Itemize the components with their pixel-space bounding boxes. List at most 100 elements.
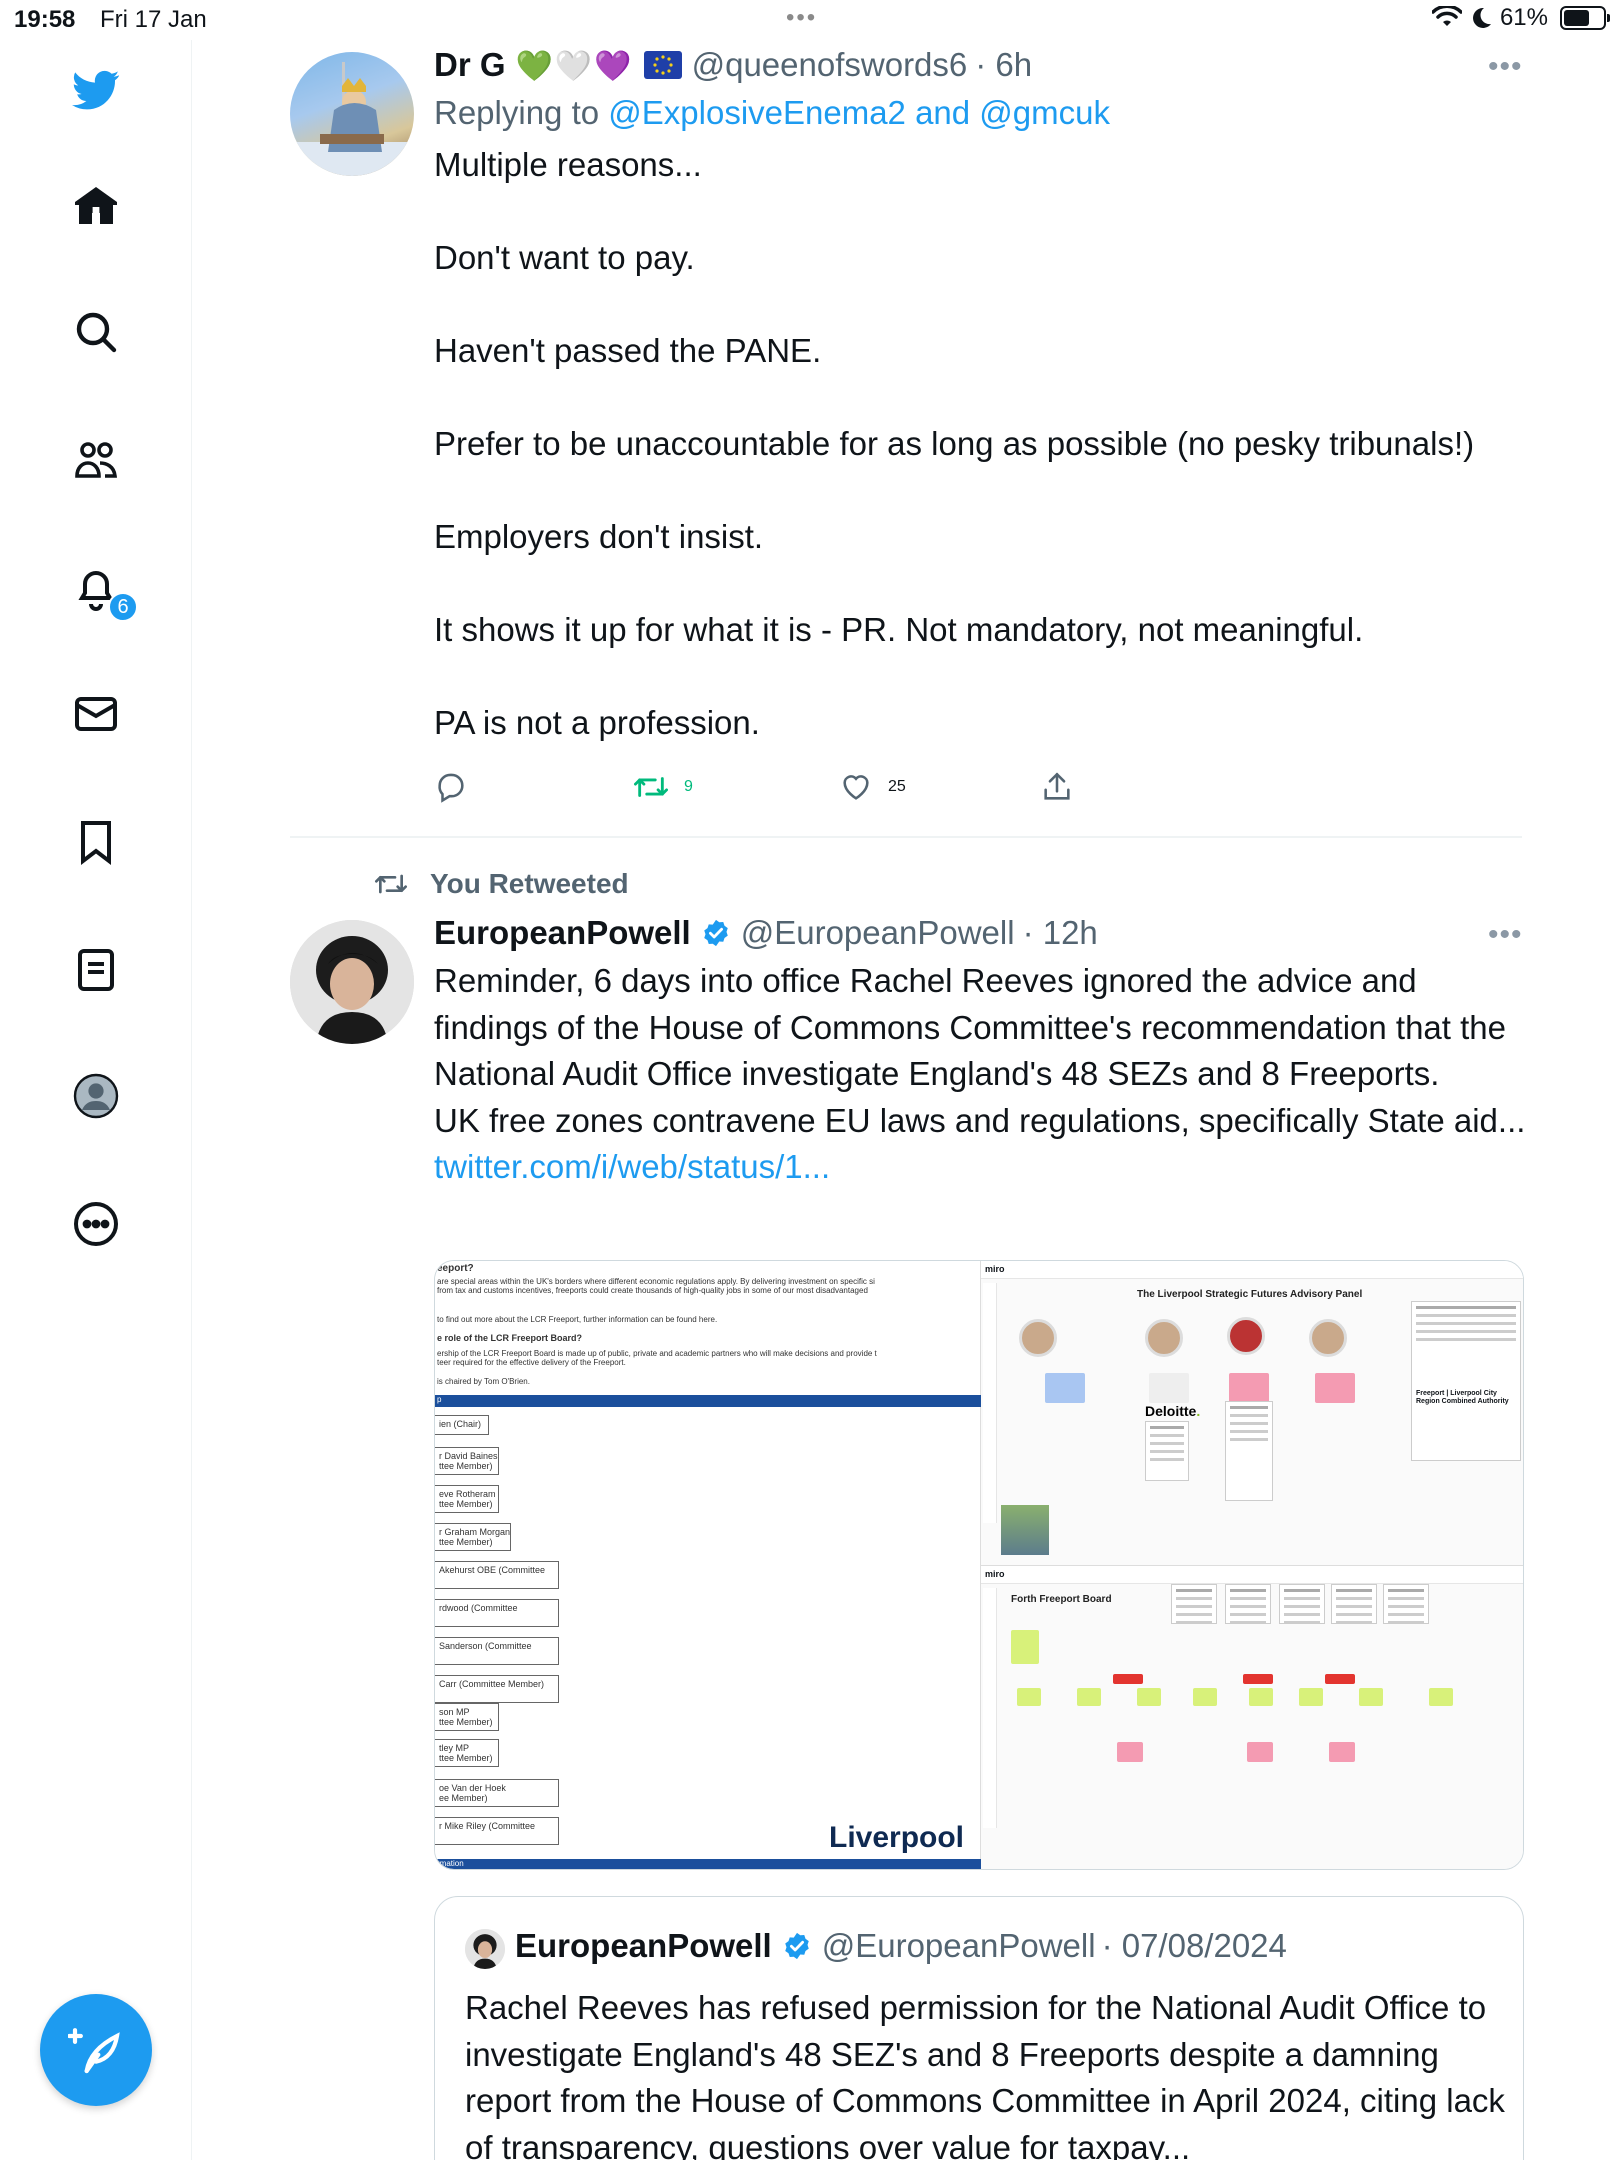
member-box: r Mike Riley (Committee <box>435 1817 559 1845</box>
tweet-text: Reminder, 6 days into office Rachel Reev… <box>434 958 1534 1191</box>
sticky-note <box>1149 1373 1189 1403</box>
mini-document <box>1331 1584 1377 1624</box>
sticky-note <box>1017 1688 1041 1706</box>
heart-icon <box>843 775 869 800</box>
sticky-note <box>1011 1630 1039 1664</box>
tweet-more-icon[interactable]: ••• <box>1488 50 1523 84</box>
doc-line: is chaired by Tom O'Brien. <box>437 1377 530 1386</box>
sticky-note <box>1299 1688 1323 1706</box>
quoted-date: · 07/08/2024 <box>1101 1927 1287 1964</box>
retweet-button[interactable]: 9 <box>632 770 693 804</box>
person-photo <box>1227 1317 1265 1355</box>
doc-paragraph: ership of the LCR Freeport Board is made… <box>437 1349 977 1367</box>
verified-badge-icon <box>703 919 728 947</box>
tweet-text: Multiple reasons... Don't want to pay. H… <box>434 146 1475 741</box>
tweet-time[interactable]: · 6h <box>975 46 1032 84</box>
author-handle[interactable]: @EuropeanPowell <box>741 914 1015 952</box>
liverpool-brand: Liverpool <box>829 1821 965 1854</box>
sticky-note <box>1359 1688 1383 1706</box>
search-icon[interactable] <box>66 302 126 362</box>
replying-to-links[interactable]: @ExplosiveEnema2 and @gmcuk <box>608 94 1110 131</box>
party-label <box>1325 1674 1355 1684</box>
mini-document <box>1145 1421 1189 1481</box>
member-box: Carr (Committee Member) <box>435 1675 559 1703</box>
eu-flag-icon <box>643 51 682 79</box>
replying-to-label: Replying to <box>434 94 609 131</box>
member-box: r David Baines ttee Member) <box>435 1447 499 1475</box>
sticky-note <box>1193 1688 1217 1706</box>
miro-toolbar: miro <box>981 1566 1523 1584</box>
sidebar: 6 <box>0 40 192 2160</box>
tweet-link[interactable]: twitter.com/i/web/status/1... <box>434 1148 830 1185</box>
battery-icon <box>1560 6 1610 30</box>
doc-line: are special areas within the UK's border… <box>437 1277 875 1286</box>
quoted-header: EuropeanPowell @EuropeanPowell · 07/08/2… <box>515 1927 1287 1965</box>
miro-board-screenshot: miro The Liverpool Strategic Futures Adv… <box>981 1261 1523 1566</box>
multitasking-dots-icon[interactable]: ••• <box>786 4 817 32</box>
quoted-avatar <box>465 1929 505 1969</box>
quoted-author-handle: @EuropeanPowell <box>821 1927 1096 1964</box>
doc-line: to find out more about the LCR Freeport,… <box>437 1315 718 1324</box>
person-photo <box>1309 1319 1347 1357</box>
party-label <box>1243 1674 1273 1684</box>
miro-board-title: The Liverpool Strategic Futures Advisory… <box>1137 1289 1363 1300</box>
profile-avatar-icon[interactable] <box>66 1066 126 1126</box>
member-box: son MP ttee Member) <box>435 1703 499 1731</box>
deloitte-logo: Deloitte <box>1145 1403 1200 1419</box>
member-box: eve Rotheram ttee Member) <box>435 1485 499 1513</box>
person-photo <box>1019 1319 1057 1357</box>
doc-line: e role of the LCR Freeport Board? <box>437 1333 583 1343</box>
tweet-content: Dr G 💚🤍💜 @queenofswords6 · 6h Replying t… <box>434 46 1534 747</box>
avatar[interactable] <box>290 52 414 176</box>
miro-tool-rail <box>983 1588 997 1828</box>
social-context: You Retweeted <box>372 868 629 900</box>
mini-document <box>1279 1584 1325 1624</box>
tweet-header: Dr G 💚🤍💜 @queenofswords6 · 6h <box>434 46 1534 84</box>
twitter-logo-icon[interactable] <box>66 60 126 120</box>
miro-logo: miro <box>985 1569 1005 1579</box>
wifi-icon <box>1431 6 1462 26</box>
author-name[interactable]: EuropeanPowell <box>434 914 691 952</box>
member-box: rdwood (Committee <box>435 1599 559 1627</box>
lists-icon[interactable] <box>66 940 126 1000</box>
tweet-more-icon[interactable]: ••• <box>1488 918 1523 952</box>
avatar[interactable] <box>290 920 414 1044</box>
member-box: r Graham Morgan ttee Member) <box>435 1523 511 1551</box>
home-icon[interactable] <box>66 176 126 236</box>
member-box: tley MP ttee Member) <box>435 1739 499 1767</box>
member-box: ien (Chair) <box>435 1415 489 1435</box>
verified-badge-icon <box>784 1932 809 1960</box>
more-options-icon[interactable] <box>66 1194 126 1254</box>
messages-envelope-icon[interactable] <box>66 684 126 744</box>
bookmark-icon[interactable] <box>66 812 126 872</box>
share-button[interactable] <box>1040 770 1074 804</box>
doc-line: from tax and customs incentives, freepor… <box>437 1286 868 1295</box>
quoted-tweet[interactable]: EuropeanPowell @EuropeanPowell · 07/08/2… <box>434 1896 1524 2160</box>
sticky-note <box>1249 1688 1273 1706</box>
compose-tweet-button[interactable] <box>40 1994 152 2106</box>
status-date: Fri 17 Jan <box>100 6 207 33</box>
author-handle[interactable]: @queenofswords6 <box>692 46 968 84</box>
tweet-time[interactable]: · 12h <box>1023 914 1098 952</box>
building-photo <box>1001 1505 1049 1555</box>
sticky-note <box>1077 1688 1101 1706</box>
queen-of-swords-image <box>290 62 414 176</box>
party-label <box>1113 1674 1143 1684</box>
miro-logo: miro <box>985 1264 1005 1274</box>
like-count: 25 <box>888 778 906 795</box>
communities-icon[interactable] <box>66 430 126 490</box>
mini-document <box>1225 1401 1273 1501</box>
retweet-icon <box>634 777 668 797</box>
sticky-note <box>1229 1373 1269 1403</box>
author-name[interactable]: Dr G <box>434 46 506 84</box>
europeanpowell-photo <box>290 920 414 1044</box>
like-button[interactable]: 25 <box>838 770 906 804</box>
reply-button[interactable] <box>434 770 468 804</box>
moon-icon <box>1472 7 1491 28</box>
reply-icon <box>438 773 464 803</box>
tweet-media-image[interactable]: eeport? are special areas within the UK'… <box>434 1260 1524 1870</box>
replying-to: Replying to @ExplosiveEnema2 and @gmcuk <box>434 94 1534 132</box>
miro-board-title: Forth Freeport Board <box>1011 1594 1112 1605</box>
member-box: Sanderson (Committee <box>435 1637 559 1665</box>
europeanpowell-photo-small <box>465 1929 505 1969</box>
